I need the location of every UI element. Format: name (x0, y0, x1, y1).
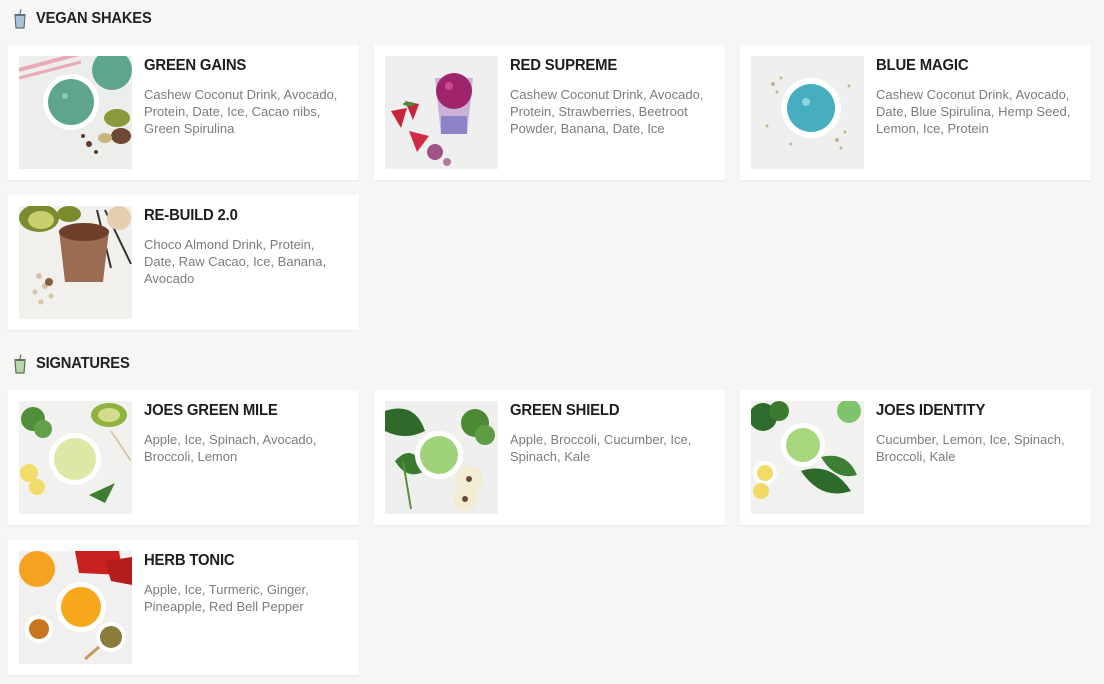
orange-juice-photo (19, 551, 132, 664)
blue-shake-photo (751, 56, 864, 169)
section-title: VEGAN SHAKES (36, 10, 152, 27)
item-name: RE-BUILD 2.0 (144, 207, 238, 224)
section-title: SIGNATURES (36, 355, 130, 372)
chocolate-shake-photo (19, 206, 132, 319)
item-ingredients: Apple, Ice, Spinach, Avocado, Broccoli, … (144, 432, 317, 464)
shake-cup-icon (14, 9, 26, 29)
item-ingredients: Cashew Coconut Drink, Avocado, Protein, … (144, 87, 338, 136)
red-shake-photo (385, 56, 498, 169)
pale-green-juice-photo (19, 401, 132, 514)
item-ingredients: Cashew Coconut Drink, Avocado, Protein, … (510, 87, 704, 136)
menu-item-herb-tonic[interactable]: HERB TONIC Apple, Ice, Turmeric, Ginger,… (8, 540, 359, 675)
menu-item-green-gains[interactable]: GREEN GAINS Cashew Coconut Drink, Avocad… (8, 45, 359, 180)
item-name: GREEN GAINS (144, 57, 247, 74)
item-name: RED SUPREME (510, 57, 618, 74)
green-shake-photo (19, 56, 132, 169)
section-header-vegan-shakes: VEGAN SHAKES (12, 8, 162, 30)
menu-item-red-supreme[interactable]: RED SUPREME Cashew Coconut Drink, Avocad… (374, 45, 725, 180)
item-name: JOES GREEN MILE (144, 402, 278, 419)
item-ingredients: Cashew Coconut Drink, Avocado, Date, Blu… (876, 87, 1071, 136)
green-juice-photo (385, 401, 498, 514)
juice-cup-icon (14, 354, 26, 374)
item-ingredients: Choco Almond Drink, Protein, Date, Raw C… (144, 237, 327, 286)
item-ingredients: Cucumber, Lemon, Ice, Spinach, Broccoli,… (876, 432, 1065, 464)
menu-item-re-build-2-0[interactable]: RE-BUILD 2.0 Choco Almond Drink, Protein… (8, 195, 359, 330)
item-name: GREEN SHIELD (510, 402, 620, 419)
menu-item-green-shield[interactable]: GREEN SHIELD Apple, Broccoli, Cucumber, … (374, 390, 725, 525)
menu-item-blue-magic[interactable]: BLUE MAGIC Cashew Coconut Drink, Avocado… (740, 45, 1091, 180)
kale-juice-photo (751, 401, 864, 514)
item-name: JOES IDENTITY (876, 402, 986, 419)
signatures-grid: JOES GREEN MILE Apple, Ice, Spinach, Avo… (8, 390, 1092, 675)
section-header-signatures: SIGNATURES (12, 353, 138, 375)
menu-item-joes-identity[interactable]: JOES IDENTITY Cucumber, Lemon, Ice, Spin… (740, 390, 1091, 525)
item-name: HERB TONIC (144, 552, 235, 569)
vegan-shakes-grid: GREEN GAINS Cashew Coconut Drink, Avocad… (8, 45, 1092, 330)
item-ingredients: Apple, Broccoli, Cucumber, Ice, Spinach,… (510, 432, 692, 464)
item-name: BLUE MAGIC (876, 57, 969, 74)
menu-item-joes-green-mile[interactable]: JOES GREEN MILE Apple, Ice, Spinach, Avo… (8, 390, 359, 525)
item-ingredients: Apple, Ice, Turmeric, Ginger, Pineapple,… (144, 582, 309, 614)
